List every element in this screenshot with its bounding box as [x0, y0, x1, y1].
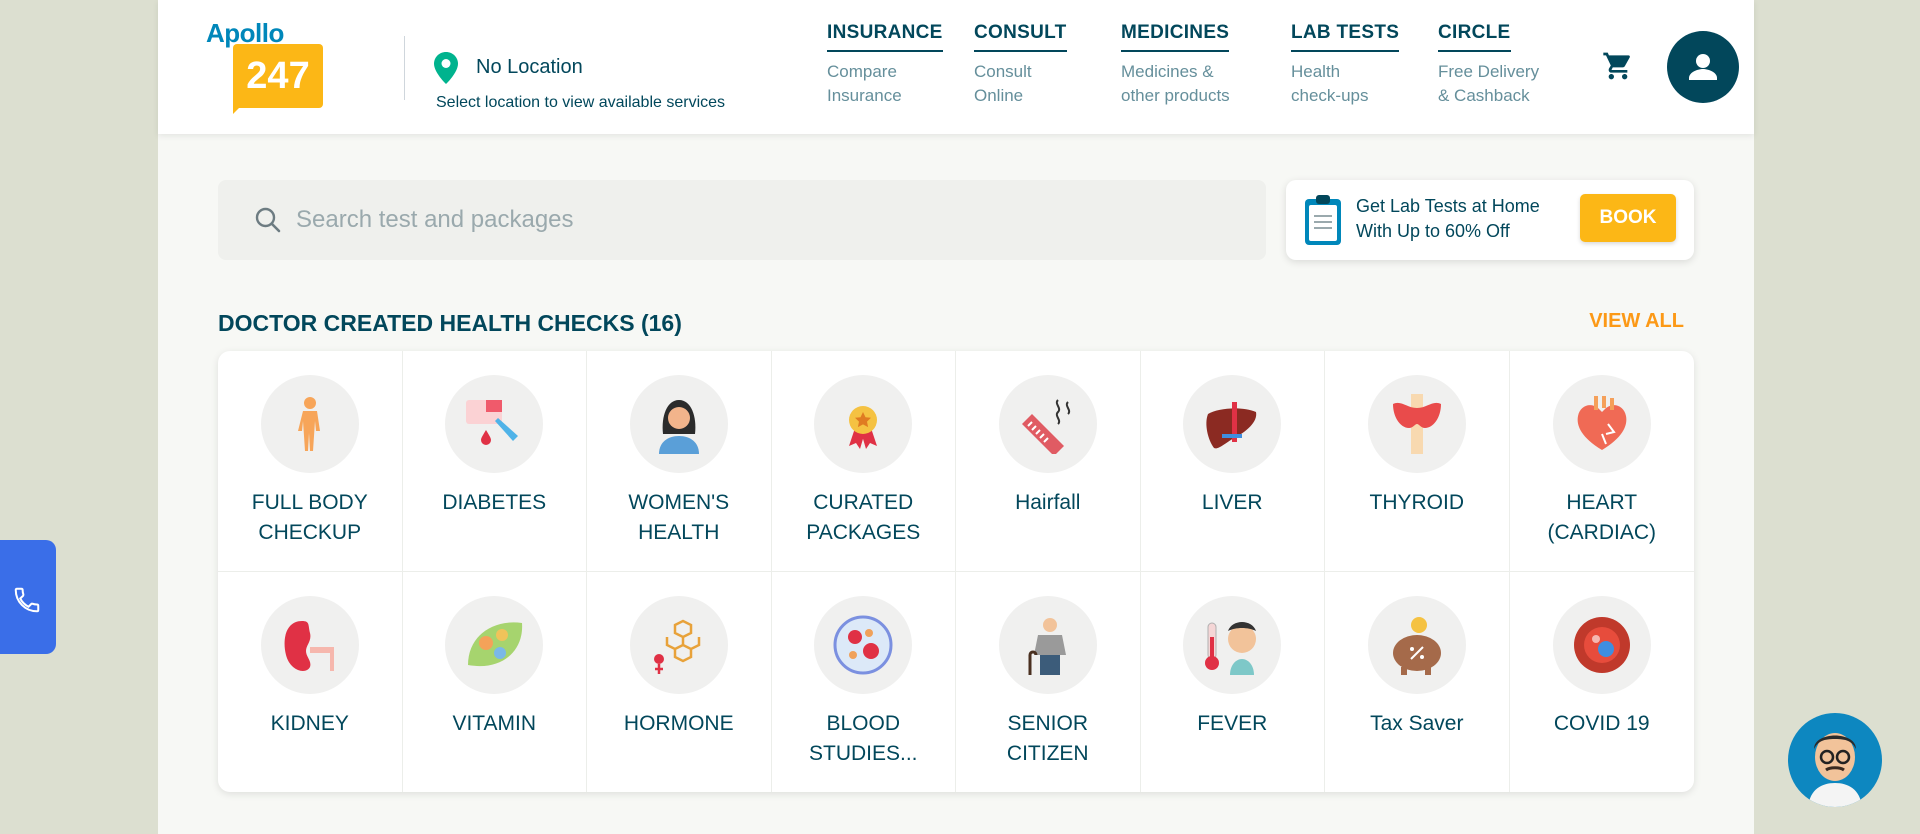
virus-icon	[1573, 617, 1630, 673]
check-label: Tax Saver	[1370, 712, 1464, 735]
thyroid-icon	[1392, 394, 1441, 454]
search-input[interactable]	[296, 200, 1196, 240]
location-subtitle: Select location to view available servic…	[436, 94, 726, 111]
section-title: DOCTOR CREATED HEALTH CHECKS (16)	[218, 310, 682, 336]
check-label: FULL BODY CHECKUP	[251, 491, 368, 544]
check-heart[interactable]: HEART (CARDIAC)	[1509, 351, 1694, 572]
header-divider	[404, 36, 405, 100]
book-button[interactable]: BOOK	[1580, 194, 1676, 242]
nav-subtitle: Free Delivery & Cashback	[1438, 62, 1540, 105]
lab-tests-promo: Get Lab Tests at Home With Up to 60% Off…	[1286, 180, 1694, 260]
check-tax-saver[interactable]: Tax Saver	[1325, 572, 1510, 792]
nav-consult[interactable]: CONSULT Consult Online	[974, 22, 1067, 108]
nav-subtitle: Health check-ups	[1291, 62, 1369, 105]
check-vitamin[interactable]: VITAMIN	[403, 572, 587, 792]
user-icon	[1689, 54, 1717, 80]
check-liver[interactable]: LIVER	[1140, 351, 1325, 572]
check-label: KIDNEY	[270, 712, 349, 735]
piggy-bank-icon	[1392, 617, 1441, 675]
location-name: No Location	[476, 56, 583, 78]
heart-icon	[1577, 396, 1627, 450]
search-icon	[255, 207, 281, 233]
call-us-button[interactable]	[0, 540, 56, 654]
body-icon	[297, 397, 320, 451]
promo-line1: Get Lab Tests at Home	[1356, 196, 1540, 216]
check-fever[interactable]: FEVER	[1141, 572, 1325, 792]
profile-avatar[interactable]	[1667, 31, 1739, 103]
vitamin-icon	[468, 622, 523, 667]
clipboard-icon	[1305, 195, 1341, 245]
nav-title: LAB TESTS	[1291, 22, 1400, 52]
search-bar[interactable]	[218, 180, 1266, 260]
check-label: BLOOD STUDIES...	[808, 712, 918, 765]
nav-subtitle: Consult Online	[974, 62, 1032, 105]
nav-subtitle: Medicines & other products	[1121, 62, 1230, 105]
nav-subtitle: Compare Insurance	[827, 62, 902, 105]
page: Apollo 247 No Location Select location t…	[158, 0, 1754, 834]
check-label: WOMEN'S HEALTH	[628, 491, 730, 544]
hormone-icon	[653, 619, 700, 674]
nav-title: INSURANCE	[827, 22, 943, 52]
liver-icon	[1206, 402, 1257, 449]
promo-text: Get Lab Tests at Home With Up to 60% Off	[1356, 194, 1540, 244]
logo-number: 247	[233, 44, 323, 108]
blood-cells-icon	[833, 615, 893, 675]
apollo-logo[interactable]: Apollo 247	[206, 18, 330, 114]
woman-icon	[658, 400, 699, 454]
phone-icon	[14, 587, 40, 613]
check-womens-health[interactable]: WOMEN'S HEALTH	[587, 351, 772, 572]
cart-icon[interactable]	[1602, 50, 1634, 82]
chat-assistant-avatar[interactable]	[1788, 713, 1882, 807]
doctor-avatar-icon	[1808, 733, 1862, 807]
nav-insurance[interactable]: INSURANCE Compare Insurance	[827, 22, 943, 108]
check-label: COVID 19	[1553, 712, 1650, 735]
view-all-link[interactable]: VIEW ALL	[1589, 310, 1684, 333]
location-pin-icon	[434, 52, 458, 84]
nav-title: MEDICINES	[1121, 22, 1230, 52]
comb-icon	[1021, 399, 1070, 454]
thermometer-icon	[1205, 622, 1257, 675]
check-hairfall[interactable]: Hairfall	[956, 351, 1141, 572]
nav-title: CONSULT	[974, 22, 1067, 52]
logo-tail	[233, 104, 243, 114]
kidney-icon	[284, 621, 334, 671]
check-label: HEART (CARDIAC)	[1547, 491, 1657, 544]
header: Apollo 247 No Location Select location t…	[158, 0, 1754, 134]
check-label: CURATED PACKAGES	[806, 491, 921, 544]
check-label: FEVER	[1197, 712, 1268, 735]
medal-icon	[849, 406, 878, 449]
check-blood-studies[interactable]: BLOOD STUDIES...	[772, 572, 956, 792]
check-thyroid[interactable]: THYROID	[1325, 351, 1510, 572]
nav-lab-tests[interactable]: LAB TESTS Health check-ups	[1291, 22, 1400, 108]
health-checks-grid: FULL BODY CHECKUP DIABETES WOMEN'S HEALT…	[218, 351, 1694, 792]
check-curated-packages[interactable]: CURATED PACKAGES	[771, 351, 956, 572]
check-covid-19[interactable]: COVID 19	[1510, 572, 1695, 792]
check-label: DIABETES	[442, 491, 547, 514]
check-kidney[interactable]: KIDNEY	[218, 572, 403, 792]
check-label: VITAMIN	[452, 712, 537, 735]
check-hormone[interactable]: HORMONE	[587, 572, 772, 792]
promo-line2: With Up to 60% Off	[1356, 221, 1510, 241]
check-full-body[interactable]: FULL BODY CHECKUP	[218, 351, 403, 572]
senior-icon	[1028, 618, 1066, 675]
nav-medicines[interactable]: MEDICINES Medicines & other products	[1121, 22, 1230, 108]
check-senior-citizen[interactable]: SENIOR CITIZEN	[956, 572, 1141, 792]
check-label: Hairfall	[1015, 491, 1081, 514]
check-diabetes[interactable]: DIABETES	[402, 351, 587, 572]
check-label: SENIOR CITIZEN	[1006, 712, 1089, 765]
check-label: LIVER	[1201, 491, 1263, 514]
nav-title: CIRCLE	[1438, 22, 1511, 52]
nav-circle[interactable]: CIRCLE Free Delivery & Cashback	[1438, 22, 1539, 108]
check-label: THYROID	[1369, 491, 1465, 514]
check-label: HORMONE	[623, 712, 734, 735]
blood-drop-icon	[466, 400, 519, 445]
